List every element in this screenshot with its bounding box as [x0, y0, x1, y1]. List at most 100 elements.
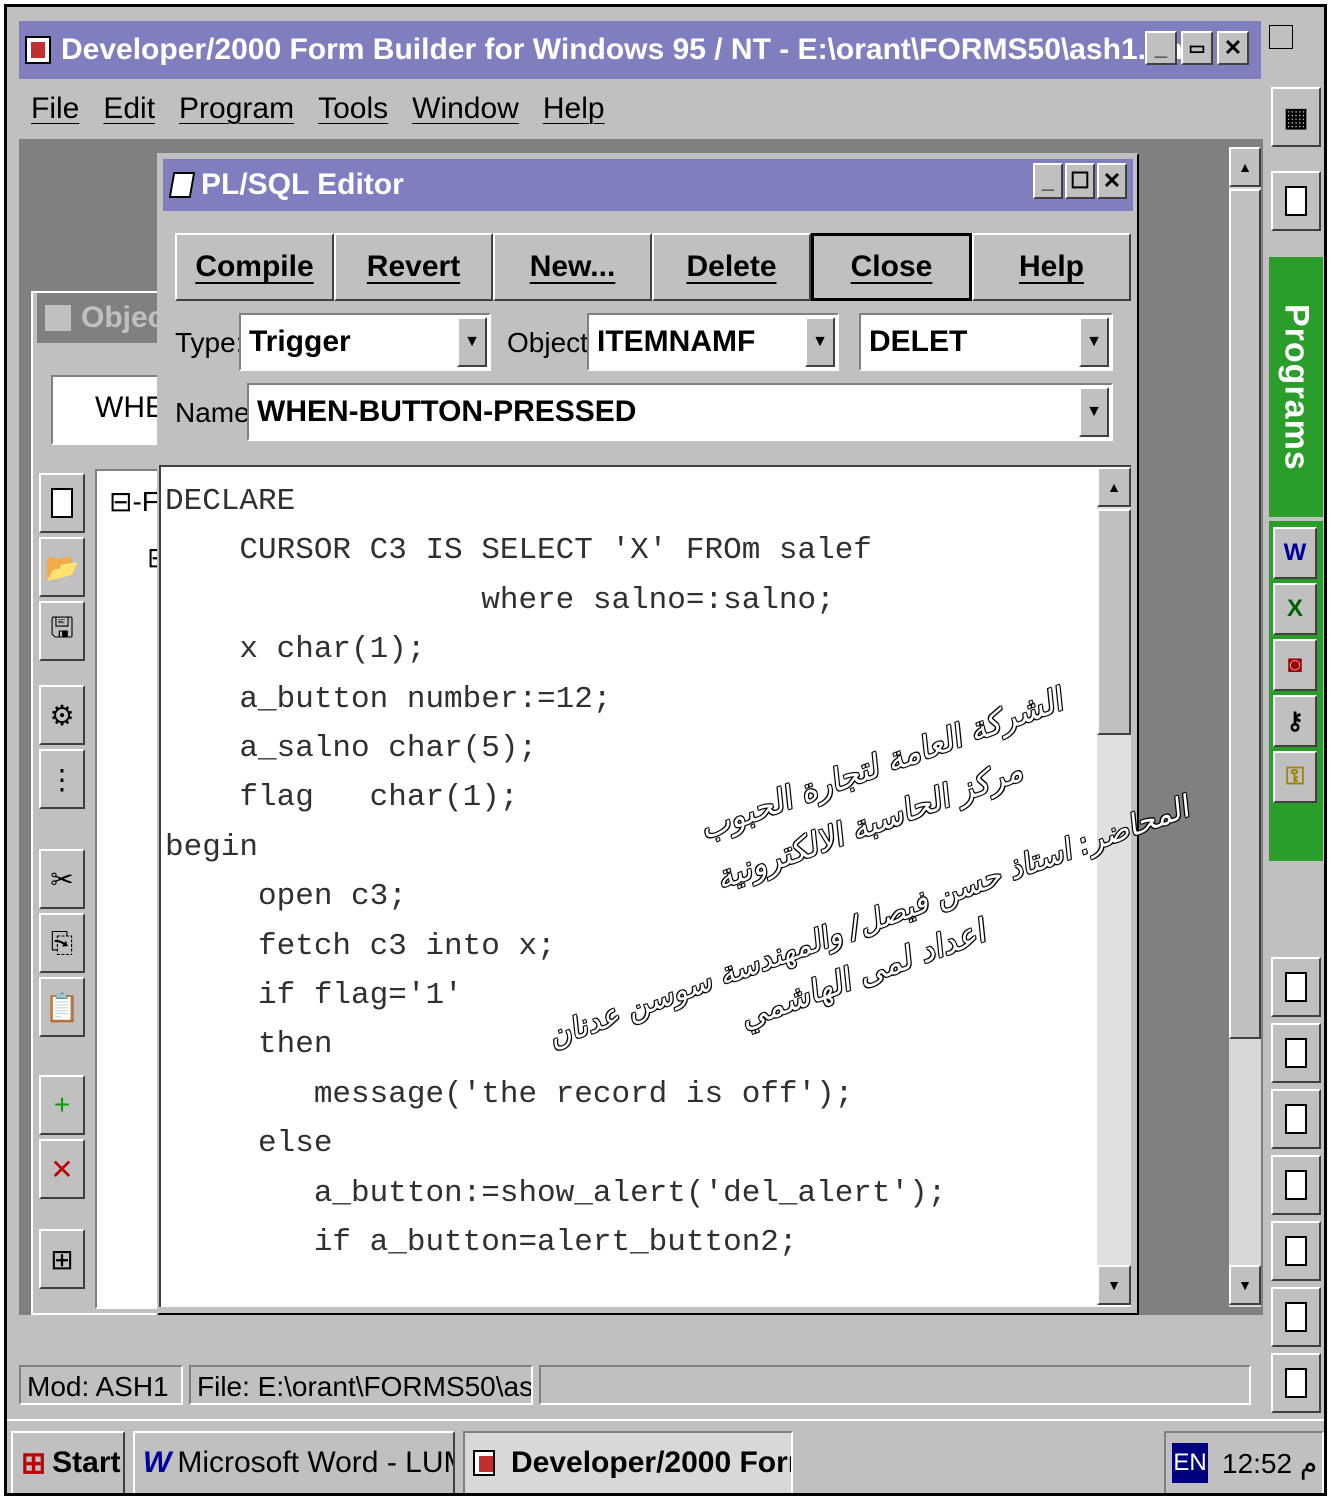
- word-icon: W: [143, 1446, 172, 1479]
- office-logo-icon[interactable]: [1269, 25, 1293, 49]
- delete-icon[interactable]: ✕: [39, 1139, 85, 1199]
- schedule-icon[interactable]: ⚿: [1273, 751, 1317, 803]
- new-document-icon[interactable]: [1271, 171, 1321, 231]
- chevron-down-icon[interactable]: ▼: [1079, 387, 1109, 437]
- object-select[interactable]: ITEMNAMF ▼: [587, 313, 839, 371]
- code-scrollbar[interactable]: ▲ ▼: [1097, 467, 1131, 1305]
- doc-shortcut-icon[interactable]: [1271, 1089, 1321, 1149]
- office-shortcut-bar: ▦ Programs W X ◙ ⚷ ⚿: [1265, 21, 1324, 1415]
- forms-app-icon: [25, 36, 51, 64]
- type-label: Type:: [175, 327, 244, 358]
- chevron-down-icon[interactable]: ▼: [1079, 317, 1109, 367]
- taskbar-item-label: Developer/2000 Form...: [511, 1446, 791, 1479]
- plsql-editor-window[interactable]: PL/SQL Editor _ ☐ ✕ Compile Revert New..…: [157, 153, 1194, 1315]
- menu-file[interactable]: File: [31, 92, 79, 126]
- powerpoint-icon[interactable]: ◙: [1273, 639, 1317, 691]
- save-disk-icon[interactable]: 🖫: [39, 601, 85, 661]
- help-button[interactable]: Help: [972, 233, 1131, 301]
- editor-command-row: Compile Revert New... Delete Close Help: [175, 233, 1131, 301]
- scroll-up-icon[interactable]: ▲: [1229, 147, 1261, 187]
- type-value: Trigger: [249, 325, 351, 358]
- taskbar: ⊞ Start W Microsoft Word - LUMALLLL Deve…: [7, 1419, 1324, 1493]
- menu-tools[interactable]: Tools: [318, 92, 388, 126]
- start-label: Start: [52, 1446, 121, 1479]
- name-select[interactable]: WHEN-BUTTON-PRESSED ▼: [247, 383, 1113, 441]
- language-indicator[interactable]: EN: [1172, 1443, 1208, 1483]
- editor-maximize-button[interactable]: ☐: [1065, 163, 1095, 199]
- doc-shortcut-icon[interactable]: [1271, 1353, 1321, 1413]
- system-tray: EN 12:52 م: [1164, 1431, 1324, 1493]
- editor-title: PL/SQL Editor: [201, 168, 404, 201]
- window-title: Developer/2000 Form Builder for Windows …: [61, 33, 1201, 66]
- taskbar-item-label: Microsoft Word - LUMALLLL: [177, 1446, 453, 1479]
- cut-icon[interactable]: ✂: [39, 849, 85, 909]
- editor-close-button[interactable]: ✕: [1097, 163, 1127, 199]
- editor-minimize-button[interactable]: _: [1033, 163, 1063, 199]
- status-module: Mod: ASH1: [19, 1365, 183, 1405]
- name-label: Name:: [175, 397, 258, 428]
- doc-shortcut-icon[interactable]: [1271, 1287, 1321, 1347]
- restore-button[interactable]: ▭: [1181, 31, 1213, 65]
- taskbar-item-developer[interactable]: Developer/2000 Form...: [463, 1431, 793, 1493]
- scroll-down-icon[interactable]: ▼: [1097, 1265, 1131, 1305]
- object2-select[interactable]: DELET ▼: [859, 313, 1113, 371]
- scroll-thumb[interactable]: [1097, 509, 1131, 735]
- title-bar: Developer/2000 Form Builder for Windows …: [19, 21, 1261, 79]
- word-icon[interactable]: W: [1273, 527, 1317, 579]
- object2-value: DELET: [869, 325, 968, 358]
- tree-node[interactable]: ⊟-F: [109, 485, 159, 518]
- doc-shortcut-icon[interactable]: [1271, 957, 1321, 1017]
- editor-window-controls: _ ☐ ✕: [1033, 163, 1127, 199]
- window-controls: _ ▭ ✕: [1145, 31, 1249, 65]
- menu-bar: File Edit Program Tools Window Help: [19, 81, 1261, 137]
- start-button[interactable]: ⊞ Start: [11, 1431, 125, 1493]
- chevron-down-icon[interactable]: ▼: [457, 317, 487, 367]
- object-value: ITEMNAMF: [597, 325, 756, 358]
- scroll-down-icon[interactable]: ▼: [1229, 1265, 1261, 1305]
- open-folder-icon[interactable]: 📂: [39, 537, 85, 597]
- scroll-up-icon[interactable]: ▲: [1097, 467, 1131, 507]
- minimize-button[interactable]: _: [1145, 31, 1177, 65]
- doc-shortcut-icon[interactable]: [1271, 1221, 1321, 1281]
- doc-shortcut-icon[interactable]: [1271, 1155, 1321, 1215]
- screen: Developer/2000 Form Builder for Windows …: [4, 4, 1327, 1496]
- status-bar: Mod: ASH1 File: E:\orant\FORMS50\ash1.fm…: [19, 1363, 1255, 1407]
- expand-icon[interactable]: ⊞: [39, 1229, 85, 1289]
- navigator-icon: [43, 303, 73, 333]
- name-value: WHEN-BUTTON-PRESSED: [257, 395, 637, 428]
- type-select[interactable]: Trigger ▼: [239, 313, 491, 371]
- excel-icon[interactable]: X: [1273, 583, 1317, 635]
- revert-button[interactable]: Revert: [334, 233, 493, 301]
- delete-button[interactable]: Delete: [652, 233, 811, 301]
- close-button-editor[interactable]: Close: [811, 233, 972, 301]
- copy-icon[interactable]: ⎘: [39, 913, 85, 973]
- programs-group: W X ◙ ⚷ ⚿: [1269, 521, 1323, 861]
- clock[interactable]: 12:52 م: [1222, 1447, 1317, 1480]
- compile-button[interactable]: Compile: [175, 233, 334, 301]
- menu-window[interactable]: Window: [412, 92, 519, 126]
- run-icon[interactable]: ⚙: [39, 685, 85, 745]
- taskbar-item-word[interactable]: W Microsoft Word - LUMALLLL: [133, 1431, 455, 1493]
- programs-label: Programs: [1269, 257, 1323, 517]
- status-empty: [539, 1365, 1251, 1405]
- paste-icon[interactable]: 📋: [39, 977, 85, 1037]
- menu-help[interactable]: Help: [543, 92, 605, 126]
- mdi-workspace: Object WHEN 📂 🖫 ⚙ ⋮ ✂ ⎘ 📋 + ✕ ⊞ ⊟-F ⊟: [19, 139, 1263, 1315]
- office-icon[interactable]: ▦: [1271, 87, 1321, 147]
- status-file: File: E:\orant\FORMS50\ash1.fmb: [189, 1365, 533, 1405]
- mdi-scrollbar[interactable]: ▲ ▼: [1229, 147, 1261, 1307]
- close-button[interactable]: ✕: [1217, 31, 1249, 65]
- doc-shortcut-icon[interactable]: [1271, 1023, 1321, 1083]
- menu-program[interactable]: Program: [179, 92, 294, 126]
- mdi-scroll-thumb[interactable]: [1229, 189, 1261, 1039]
- new-doc-icon[interactable]: [39, 473, 85, 533]
- menu-edit[interactable]: Edit: [103, 92, 155, 126]
- create-icon[interactable]: +: [39, 1075, 85, 1135]
- new-button[interactable]: New...: [493, 233, 652, 301]
- object-label: Object:: [507, 327, 596, 358]
- debug-icon[interactable]: ⋮: [39, 749, 85, 809]
- pencil-icon: [168, 172, 196, 198]
- access-icon[interactable]: ⚷: [1273, 695, 1317, 747]
- editor-titlebar: PL/SQL Editor: [163, 159, 1133, 211]
- chevron-down-icon[interactable]: ▼: [805, 317, 835, 367]
